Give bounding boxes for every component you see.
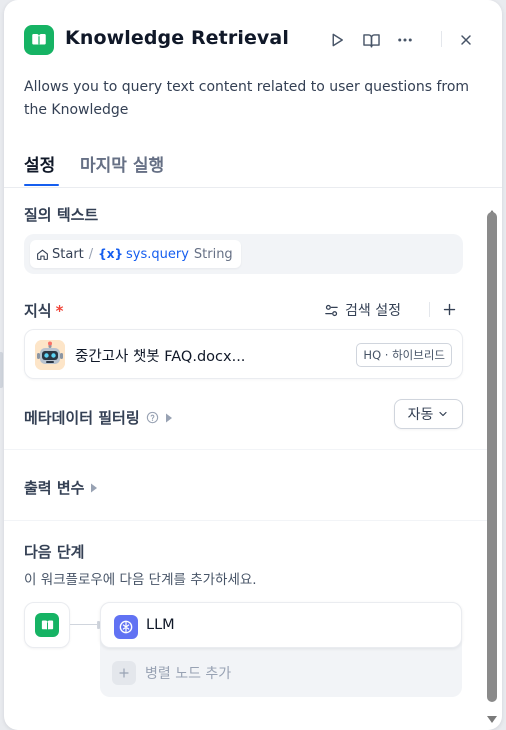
more-icon [398, 38, 412, 42]
chevron-down-icon [439, 411, 447, 417]
plus-icon [443, 303, 455, 315]
node-settings-panel: Knowledge Retrieval Allows you to query … [4, 0, 502, 730]
required-mark: * [55, 302, 64, 320]
next-node-label: LLM [146, 617, 175, 633]
vertical-scrollbar[interactable] [486, 210, 498, 730]
section-divider [4, 520, 489, 521]
add-parallel-node-button[interactable]: 병렬 노드 추가 [112, 661, 231, 685]
next-node-llm[interactable]: LLM [100, 602, 462, 648]
scroll-down-arrow[interactable] [487, 716, 497, 723]
book-icon [362, 33, 380, 48]
knowledge-item[interactable]: 중간고사 챗봇 FAQ.docx... HQ · 하이브리드 [24, 329, 463, 379]
caret-right-icon [165, 413, 172, 422]
add-knowledge-button[interactable] [438, 298, 460, 320]
robot-avatar-icon [35, 340, 65, 370]
chip-node-name: Start [52, 246, 84, 262]
next-nodes-block: LLM 병렬 노드 추가 [100, 602, 462, 697]
next-step-label: 다음 단계 [24, 543, 85, 561]
query-variable-input[interactable]: Start / {x} sys.query String [24, 234, 463, 274]
settings-content[interactable]: 질의 텍스트 Start / {x} sys.query String 지식* [4, 189, 502, 730]
llm-icon [114, 615, 138, 639]
close-button[interactable] [452, 26, 480, 54]
section-divider [4, 449, 489, 450]
header-divider [441, 31, 442, 47]
chip-variable-name: sys.query [125, 246, 189, 262]
canvas-edge [0, 352, 3, 388]
chip-variable-type: String [193, 246, 233, 262]
query-text-label: 질의 텍스트 [24, 206, 99, 224]
knowledge-actions-divider [429, 302, 430, 317]
metadata-filter-label: 메타데이터 필터링 [24, 409, 140, 427]
retrieval-mode-badge: HQ · 하이브리드 [356, 343, 452, 367]
plus-icon [112, 661, 136, 685]
home-icon [37, 249, 48, 260]
output-variables-toggle[interactable]: 출력 변수 [24, 477, 98, 498]
close-icon [461, 35, 471, 45]
info-icon[interactable] [146, 411, 159, 424]
current-node-icon [24, 602, 70, 648]
panel-title: Knowledge Retrieval [65, 27, 289, 49]
panel-tabs: 설정 마지막 실행 [4, 146, 502, 188]
book-open-icon [24, 25, 54, 55]
panel-header: Knowledge Retrieval [4, 0, 502, 76]
search-settings-label: 검색 설정 [345, 303, 401, 319]
tab-last-run[interactable]: 마지막 실행 [80, 151, 164, 176]
knowledge-label: 지식 * [24, 302, 64, 320]
help-docs-button[interactable] [357, 26, 385, 54]
metadata-filter-select[interactable]: 자동 [394, 399, 463, 429]
tab-settings[interactable]: 설정 [24, 151, 55, 176]
chip-separator: / [88, 246, 94, 262]
scrollbar-thumb[interactable] [487, 212, 497, 702]
more-options-button[interactable] [391, 26, 419, 54]
node-description[interactable]: Allows you to query text content related… [24, 76, 484, 122]
active-tab-indicator [24, 184, 59, 186]
caret-right-icon [91, 483, 98, 492]
metadata-filter-value: 자동 [407, 407, 434, 423]
play-icon [332, 33, 343, 47]
next-step-description: 이 워크플로우에 다음 단계를 추가하세요. [24, 572, 257, 588]
run-button[interactable] [323, 26, 351, 54]
query-variable-chip[interactable]: Start / {x} sys.query String [30, 240, 241, 268]
metadata-filter-toggle[interactable]: 메타데이터 필터링 [24, 407, 173, 428]
add-parallel-node-label: 병렬 노드 추가 [145, 666, 232, 682]
search-settings-button[interactable]: 검색 설정 [324, 299, 401, 321]
variable-icon: {x} [98, 247, 123, 261]
node-connector [70, 624, 98, 625]
settings-sliders-icon [325, 304, 338, 316]
knowledge-name: 중간고사 챗봇 FAQ.docx... [75, 349, 246, 365]
book-open-icon [35, 613, 59, 637]
output-variables-label: 출력 변수 [24, 479, 85, 497]
